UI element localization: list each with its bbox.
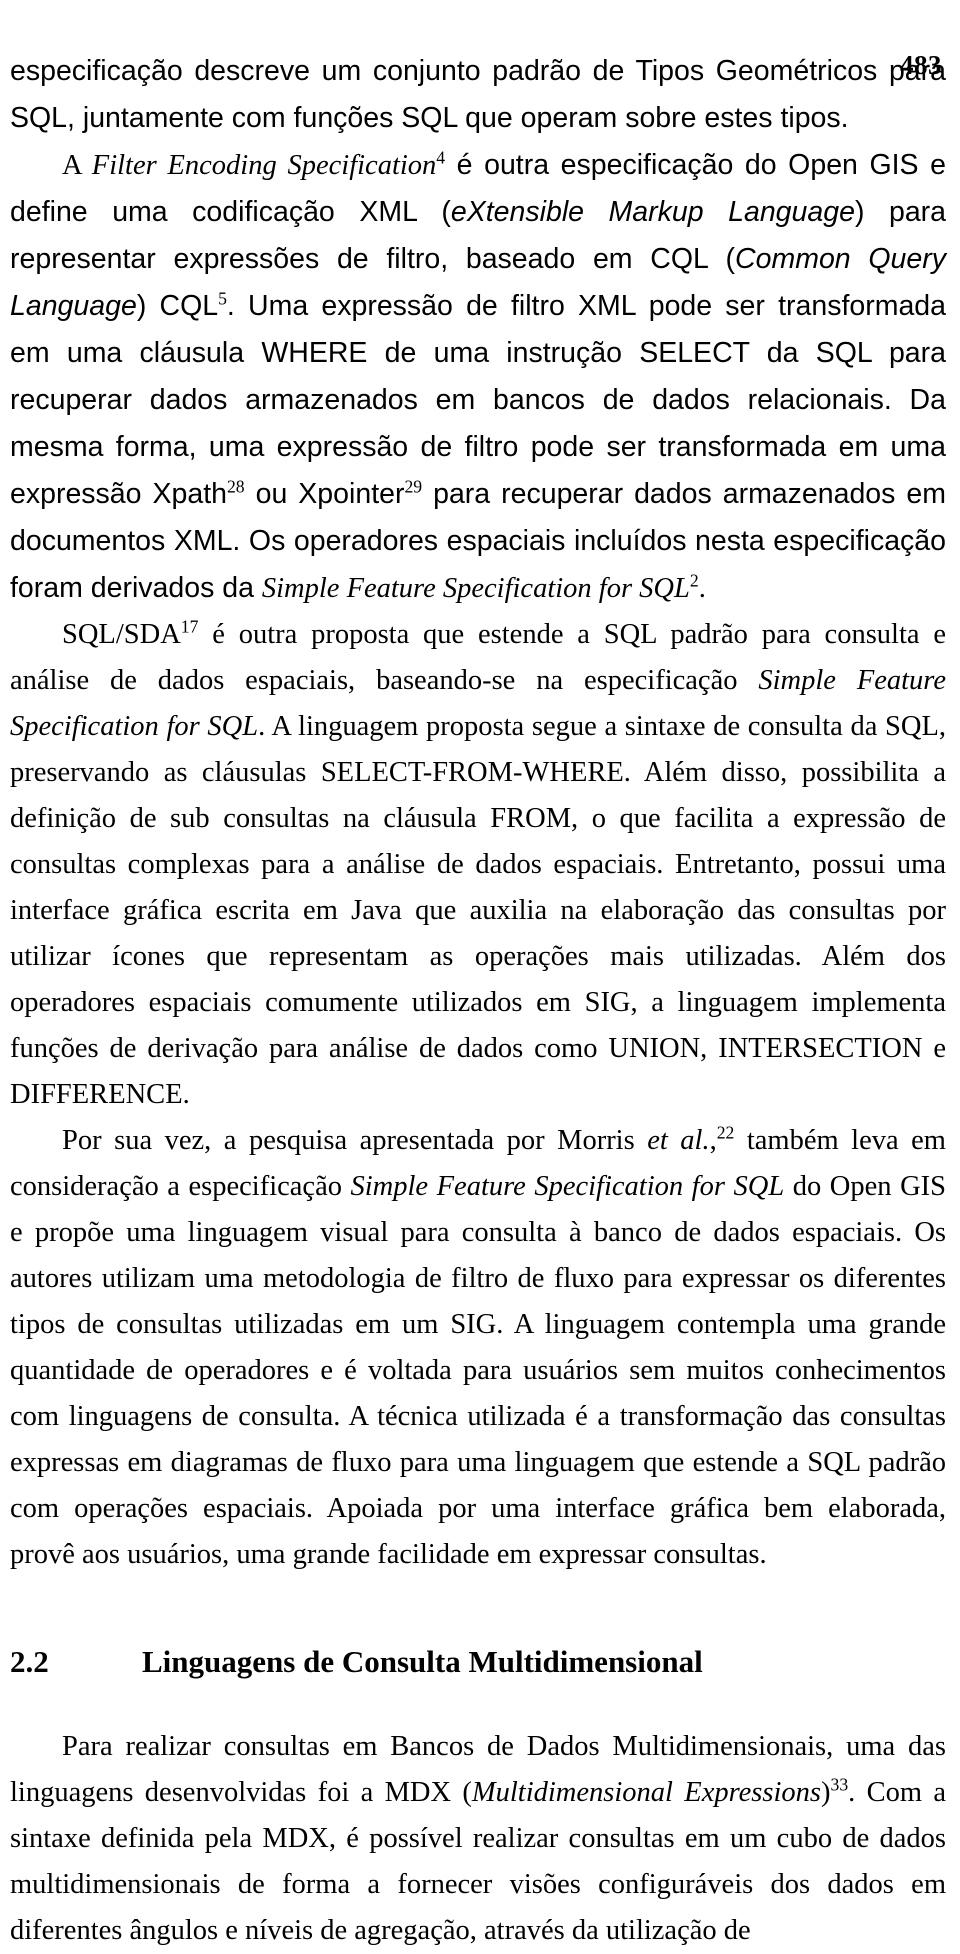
p4-run-0: Por sua vez, a pesquisa apresentada por … (62, 1125, 648, 1156)
p2-run-4: eXtensible Markup Language (450, 196, 855, 228)
footnote-ref-29: 29 (404, 476, 423, 497)
paragraph-2: A Filter Encoding Specification4 é outra… (10, 142, 946, 612)
section-number: 2.2 (10, 1644, 49, 1679)
section-heading: 2.2 Linguagens de Consulta Multidimension… (10, 1640, 946, 1684)
paragraph-1: especificação descreve um conjunto padrã… (10, 48, 946, 142)
section-heading-block: 2.2 Linguagens de Consulta Multidimension… (10, 1640, 946, 1684)
p5-run-2: ) (820, 1777, 831, 1808)
p3-run-4: . A linguagem proposta segue a sintaxe d… (10, 711, 946, 1110)
p4-run-2: , (709, 1125, 717, 1156)
footnote-ref-5: 5 (218, 288, 227, 309)
p2-run-9: . Uma expressão de filtro XML pode ser t… (10, 290, 946, 510)
p2-run-11: ou Xpointer (244, 478, 405, 510)
footnote-ref-22: 22 (716, 1122, 735, 1143)
p2-run-0: A (62, 150, 92, 181)
p2-run-14: Simple Feature Specification for SQL (261, 573, 690, 604)
paragraph-5: Para realizar consultas em Bancos de Dad… (10, 1724, 946, 1954)
section-title: Linguagens de Consulta Multidimensional (142, 1644, 703, 1679)
p5-run-1: Multidimensional Expressions (471, 1777, 821, 1808)
p4-run-6: do Open GIS e propõe uma linguagem visua… (10, 1171, 946, 1570)
p4-run-5: Simple Feature Specification for SQL (350, 1171, 785, 1202)
p3-run-0: SQL/SDA (62, 619, 181, 650)
paragraph-3: SQL/SDA17 é outra proposta que estende a… (10, 612, 946, 1118)
document-page: 483 especificação descreve um conjunto p… (0, 48, 960, 1946)
footnote-ref-2: 2 (689, 570, 699, 591)
p2-run-16: . (698, 573, 706, 604)
footnote-ref-28: 28 (226, 476, 245, 497)
p4-run-1: et al. (647, 1125, 710, 1156)
p2-run-1: Filter Encoding Specification (91, 150, 437, 181)
paragraph-4: Por sua vez, a pesquisa apresentada por … (10, 1118, 946, 1578)
page-number: 483 (900, 50, 942, 80)
document-body: especificação descreve um conjunto padrã… (10, 48, 946, 1954)
p2-run-7: ) CQL (136, 290, 219, 322)
footnote-ref-33: 33 (830, 1774, 849, 1795)
footnote-ref-17: 17 (180, 616, 199, 637)
paragraph-1-text: especificação descreve um conjunto padrã… (10, 55, 946, 134)
footnote-ref-4: 4 (436, 147, 446, 168)
